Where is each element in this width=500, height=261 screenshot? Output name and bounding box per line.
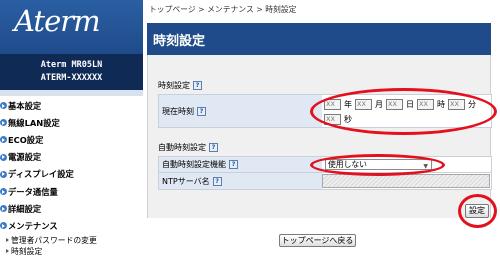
sidebar-item-label: データ通信量 <box>8 186 58 197</box>
auto-time-label-cell: 自動時刻設定機能 ? <box>159 157 322 172</box>
sidebar-item-label: 電源設定 <box>8 152 42 163</box>
auto-time-selected-value: 使用しない <box>328 160 367 169</box>
day-input[interactable]: XX <box>386 99 403 110</box>
hour-input[interactable]: XX <box>417 99 434 110</box>
sidebar-item-display[interactable]: ディスプレイ設定 <box>0 166 143 183</box>
auto-time-select[interactable]: 使用しない ▼ <box>325 159 432 170</box>
current-time-value-cell: XX 年 XX 月 XX 日 XX 時 XX 分 XX 秒 <box>322 95 491 127</box>
arrow-bullet-icon <box>0 119 7 127</box>
sidebar-item-eco[interactable]: ECO設定 <box>0 131 143 148</box>
help-icon[interactable]: ? <box>209 143 218 152</box>
auto-time-value-cell: 使用しない ▼ <box>322 157 491 172</box>
sidebar-item-label: ディスプレイ設定 <box>8 169 74 180</box>
sidebar-item-label: 詳細設定 <box>8 203 42 214</box>
triangle-icon <box>6 238 9 242</box>
back-to-top-button[interactable]: トップページへ戻る <box>279 234 356 247</box>
sidebar-item-label: ECO設定 <box>8 134 44 145</box>
section-time-title: 時刻設定 <box>158 81 190 90</box>
section-auto-heading: 自動時刻設定 ? <box>158 142 218 153</box>
month-input[interactable]: XX <box>355 99 372 110</box>
help-icon[interactable]: ? <box>193 81 202 90</box>
minute-input[interactable]: XX <box>448 99 465 110</box>
chevron-down-icon: ▼ <box>423 163 428 170</box>
arrow-bullet-icon <box>0 136 7 144</box>
sidebar-item-basic[interactable]: 基本設定 <box>0 97 143 114</box>
second-unit: 秒 <box>344 115 352 124</box>
arrow-bullet-icon <box>0 153 7 161</box>
sidebar-menu: 基本設定 無線LAN設定 ECO設定 電源設定 ディスプレイ設定 データ通信量 … <box>0 97 143 257</box>
help-icon[interactable]: ? <box>197 106 206 116</box>
year-unit: 年 <box>344 100 352 109</box>
sidebar-subitem-time-setting[interactable]: 時刻設定 <box>0 246 143 257</box>
seconds-input-line: XX 秒 <box>324 114 355 125</box>
sidebar-subitem-label: 管理者パスワードの変更 <box>11 235 97 245</box>
section-time-heading: 時刻設定 ? <box>158 80 202 91</box>
main-content: トップページ > メンテナンス > 時刻設定 時刻設定 時刻設定 ? 現在時刻 … <box>143 0 500 261</box>
sidebar-item-maintenance[interactable]: メンテナンス <box>0 217 143 234</box>
current-time-row: 現在時刻 ? XX 年 XX 月 XX 日 XX 時 XX 分 XX 秒 <box>158 94 492 128</box>
sidebar-item-label: 基本設定 <box>8 100 42 111</box>
sidebar-item-label: メンテナンス <box>8 220 58 231</box>
logo-area: Aterm <box>0 0 143 54</box>
page-title-bar: 時刻設定 <box>147 23 491 55</box>
sidebar-item-wireless-lan[interactable]: 無線LAN設定 <box>0 114 143 131</box>
ntp-server-row: NTPサーバ名 ? <box>158 173 492 190</box>
ntp-server-input[interactable] <box>322 174 490 188</box>
sidebar-subitem-label: 時刻設定 <box>11 246 43 256</box>
sidebar-item-data-usage[interactable]: データ通信量 <box>0 183 143 200</box>
date-time-inputs: XX 年 XX 月 XX 日 XX 時 XX 分 <box>324 99 479 110</box>
sidebar-subitem-admin-password[interactable]: 管理者パスワードの変更 <box>0 235 143 246</box>
ntp-value-cell <box>322 173 491 189</box>
arrow-bullet-icon <box>0 188 7 196</box>
arrow-bullet-icon <box>0 102 7 110</box>
sidebar-item-advanced[interactable]: 詳細設定 <box>0 200 143 217</box>
sidebar-divider <box>0 90 143 96</box>
settings-panel: 時刻設定 ? 現在時刻 ? XX 年 XX 月 XX 日 XX 時 XX 分 XX 秒 自動時刻設定… <box>147 55 492 218</box>
section-auto-title: 自動時刻設定 <box>158 143 206 152</box>
model-name: Aterm MR05LN <box>40 60 103 70</box>
year-input[interactable]: XX <box>324 99 341 110</box>
minute-unit: 分 <box>468 100 476 109</box>
arrow-bullet-icon <box>0 170 7 178</box>
device-name: ATERM-XXXXXX <box>40 73 103 83</box>
page-title: 時刻設定 <box>153 33 206 49</box>
current-time-label-cell: 現在時刻 ? <box>159 95 322 127</box>
arrow-bullet-icon <box>0 222 7 230</box>
ntp-server-label: NTPサーバ名 <box>162 176 210 186</box>
sidebar: Aterm Aterm MR05LN ATERM-XXXXXX 基本設定 無線L… <box>0 0 143 261</box>
breadcrumb: トップページ > メンテナンス > 時刻設定 <box>149 5 297 14</box>
help-icon[interactable]: ? <box>229 160 238 169</box>
current-time-label: 現在時刻 <box>162 106 194 116</box>
second-input[interactable]: XX <box>324 114 341 125</box>
arrow-bullet-icon <box>0 205 7 213</box>
model-info: Aterm MR05LN ATERM-XXXXXX <box>0 54 143 90</box>
set-button[interactable]: 設定 <box>465 204 489 218</box>
aterm-logo: Aterm <box>14 4 101 38</box>
auto-time-label: 自動時刻設定機能 <box>162 160 226 169</box>
help-icon[interactable]: ? <box>212 176 222 186</box>
ntp-label-cell: NTPサーバ名 ? <box>159 173 322 189</box>
day-unit: 日 <box>406 100 414 109</box>
auto-time-row: 自動時刻設定機能 ? 使用しない ▼ <box>158 156 492 173</box>
hour-unit: 時 <box>437 100 445 109</box>
sidebar-item-power[interactable]: 電源設定 <box>0 149 143 166</box>
triangle-icon <box>6 249 9 253</box>
sidebar-item-label: 無線LAN設定 <box>8 117 60 128</box>
month-unit: 月 <box>375 100 383 109</box>
